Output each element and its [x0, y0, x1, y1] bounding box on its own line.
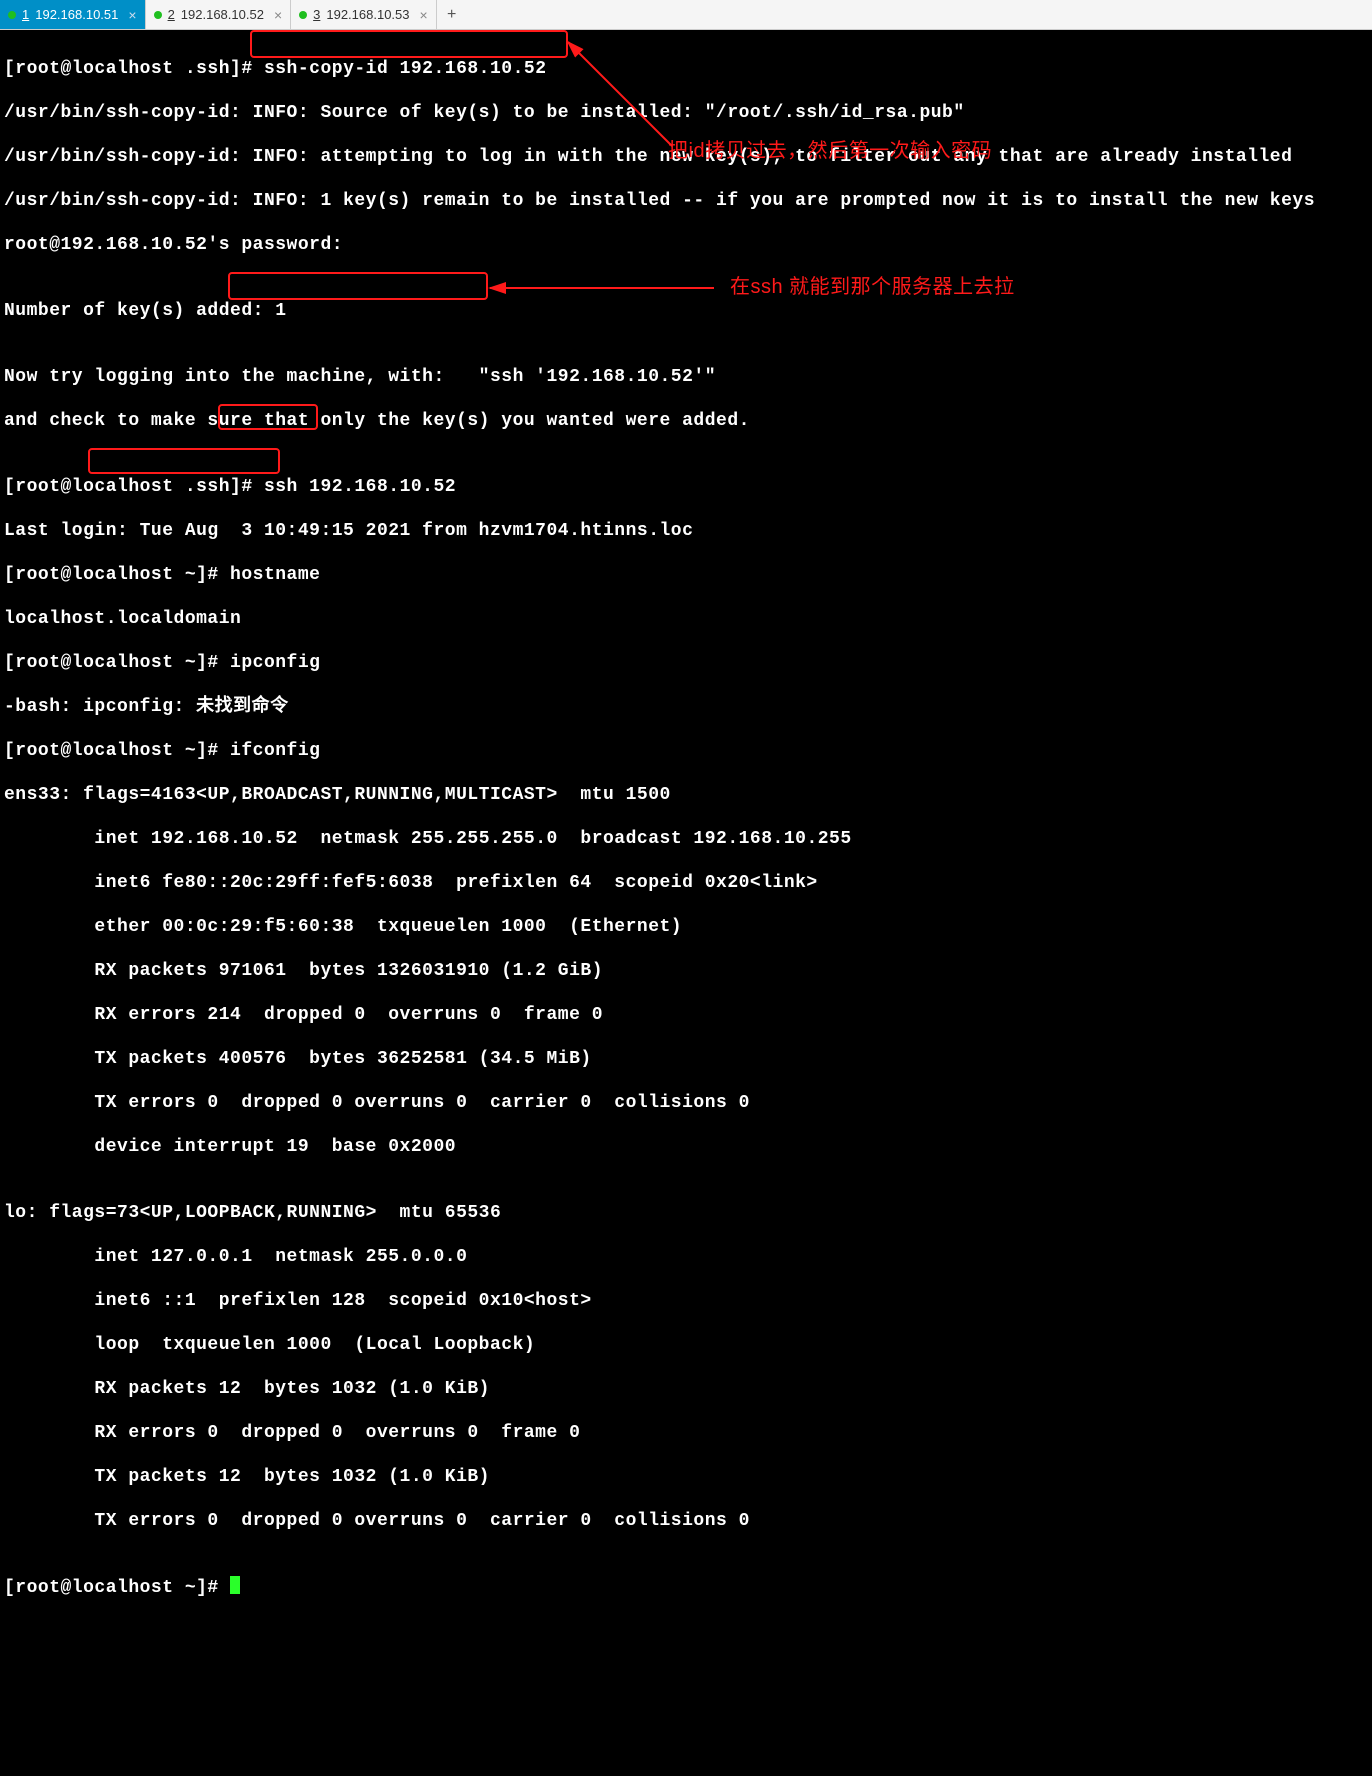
- terminal-line: TX packets 400576 bytes 36252581 (34.5 M…: [4, 1048, 1368, 1070]
- terminal-line: Last login: Tue Aug 3 10:49:15 2021 from…: [4, 520, 1368, 542]
- tab-3[interactable]: 3 192.168.10.53 ×: [291, 0, 437, 29]
- terminal-line: inet 127.0.0.1 netmask 255.0.0.0: [4, 1246, 1368, 1268]
- highlight-box: [250, 30, 568, 58]
- terminal-line: lo: flags=73<UP,LOOPBACK,RUNNING> mtu 65…: [4, 1202, 1368, 1224]
- terminal-line: /usr/bin/ssh-copy-id: INFO: attempting t…: [4, 146, 1368, 168]
- terminal-line: Number of key(s) added: 1: [4, 300, 1368, 322]
- terminal-line: RX packets 971061 bytes 1326031910 (1.2 …: [4, 960, 1368, 982]
- status-dot-icon: [154, 11, 162, 19]
- tab-label: 192.168.10.52: [181, 4, 264, 26]
- terminal-line: inet6 fe80::20c:29ff:fef5:6038 prefixlen…: [4, 872, 1368, 894]
- terminal-line: [root@localhost ~]# ifconfig: [4, 740, 1368, 762]
- tab-label: 192.168.10.51: [35, 4, 118, 26]
- terminal-line: TX errors 0 dropped 0 overruns 0 carrier…: [4, 1092, 1368, 1114]
- tab-1[interactable]: 1 192.168.10.51 ×: [0, 0, 146, 29]
- close-icon[interactable]: ×: [420, 4, 428, 26]
- terminal-line: RX errors 214 dropped 0 overruns 0 frame…: [4, 1004, 1368, 1026]
- tab-num: 1: [22, 4, 29, 26]
- terminal-line: root@192.168.10.52's password:: [4, 234, 1368, 256]
- highlight-box: [88, 448, 280, 474]
- terminal-line: and check to make sure that only the key…: [4, 410, 1368, 432]
- arrow-icon: [562, 36, 682, 156]
- terminal-line: [root@localhost ~]# ipconfig: [4, 652, 1368, 674]
- tab-num: 2: [168, 4, 175, 26]
- terminal-line: [root@localhost ~]#: [4, 1576, 1368, 1599]
- close-icon[interactable]: ×: [128, 4, 136, 26]
- status-dot-icon: [8, 11, 16, 19]
- terminal-line: device interrupt 19 base 0x2000: [4, 1136, 1368, 1158]
- terminal-line: RX packets 12 bytes 1032 (1.0 KiB): [4, 1378, 1368, 1400]
- terminal-line: inet6 ::1 prefixlen 128 scopeid 0x10<hos…: [4, 1290, 1368, 1312]
- annotation-text: 在ssh 就能到那个服务器上去拉: [730, 276, 1015, 298]
- tab-label: 192.168.10.53: [326, 4, 409, 26]
- terminal-line: inet 192.168.10.52 netmask 255.255.255.0…: [4, 828, 1368, 850]
- tab-bar: 1 192.168.10.51 × 2 192.168.10.52 × 3 19…: [0, 0, 1372, 30]
- tab-num: 3: [313, 4, 320, 26]
- terminal-line: Now try logging into the machine, with: …: [4, 366, 1368, 388]
- terminal-line: ether 00:0c:29:f5:60:38 txqueuelen 1000 …: [4, 916, 1368, 938]
- terminal-line: [root@localhost ~]# hostname: [4, 564, 1368, 586]
- tab-2[interactable]: 2 192.168.10.52 ×: [146, 0, 292, 29]
- terminal-line: [root@localhost .ssh]# ssh 192.168.10.52: [4, 476, 1368, 498]
- close-icon[interactable]: ×: [274, 4, 282, 26]
- terminal-line: loop txqueuelen 1000 (Local Loopback): [4, 1334, 1368, 1356]
- arrow-icon: [484, 278, 724, 298]
- cursor-icon: [230, 1576, 240, 1594]
- terminal-line: ens33: flags=4163<UP,BROADCAST,RUNNING,M…: [4, 784, 1368, 806]
- new-tab-button[interactable]: +: [437, 0, 467, 29]
- terminal-line: TX packets 12 bytes 1032 (1.0 KiB): [4, 1466, 1368, 1488]
- terminal-line: RX errors 0 dropped 0 overruns 0 frame 0: [4, 1422, 1368, 1444]
- terminal-line: TX errors 0 dropped 0 overruns 0 carrier…: [4, 1510, 1368, 1532]
- terminal-line: [root@localhost .ssh]# ssh-copy-id 192.1…: [4, 58, 1368, 80]
- highlight-box: [228, 272, 488, 300]
- terminal[interactable]: [root@localhost .ssh]# ssh-copy-id 192.1…: [0, 30, 1372, 1776]
- terminal-line: /usr/bin/ssh-copy-id: INFO: 1 key(s) rem…: [4, 190, 1368, 212]
- terminal-line: /usr/bin/ssh-copy-id: INFO: Source of ke…: [4, 102, 1368, 124]
- terminal-line: localhost.localdomain: [4, 608, 1368, 630]
- status-dot-icon: [299, 11, 307, 19]
- terminal-line: -bash: ipconfig: 未找到命令: [4, 696, 1368, 718]
